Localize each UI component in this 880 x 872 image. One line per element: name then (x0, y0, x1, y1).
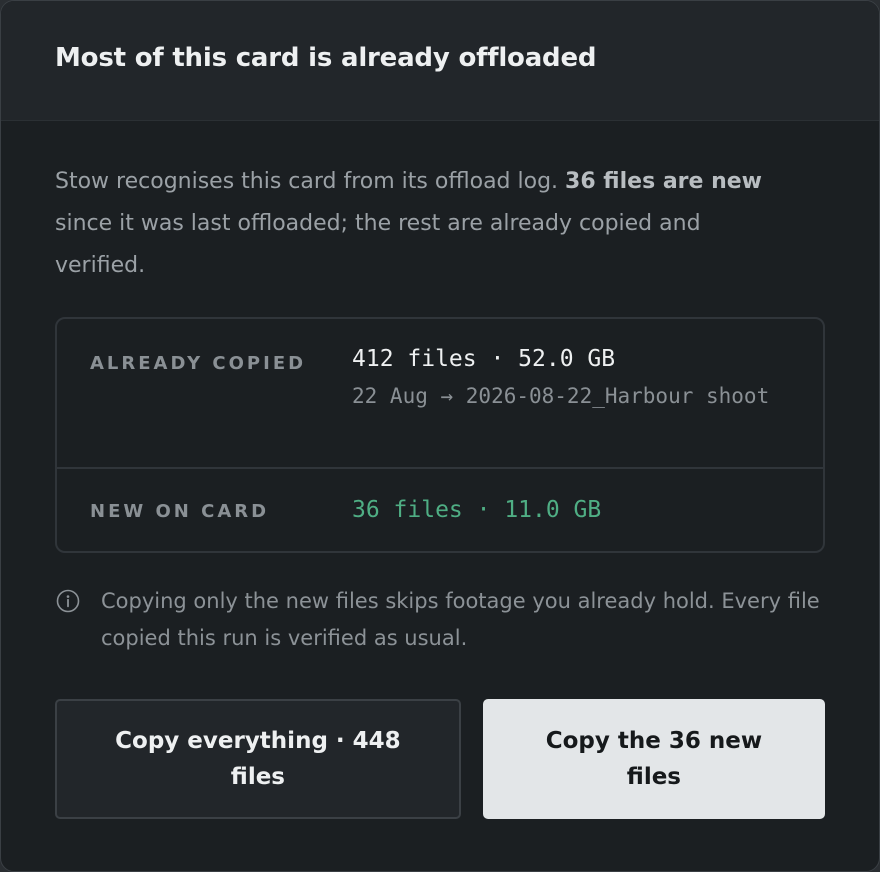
intro-emphasis: 36 files are new (565, 169, 763, 194)
dialog-title: Most of this card is already offloaded (55, 42, 597, 73)
offload-summary: ALREADY COPIED 412 files · 52.0 GB 22 Au… (55, 317, 825, 553)
new-on-card-value: 36 files · 11.0 GB (352, 497, 602, 523)
summary-row-new-on-card: NEW ON CARD 36 files · 11.0 GB (57, 469, 823, 551)
copy-everything-button[interactable]: Copy everything · 448 files (55, 699, 461, 819)
note-text: Copying only the new files skips footage… (101, 589, 820, 650)
copy-everything-label: Copy everything · 448 files (115, 728, 401, 790)
offload-dialog: Most of this card is already offloaded S… (0, 0, 880, 872)
dialog-body: Stow recognises this card from its offlo… (1, 161, 879, 819)
dialog-header: Most of this card is already offloaded (1, 1, 879, 121)
intro-text: Stow recognises this card from its offlo… (55, 161, 795, 287)
copy-new-files-button[interactable]: Copy the 36 new files (482, 699, 825, 819)
already-copied-label: ALREADY COPIED (90, 353, 307, 374)
intro-lead: Stow recognises this card from its offlo… (55, 169, 566, 194)
info-note: Copying only the new files skips footage… (55, 583, 825, 657)
summary-row-already-copied: ALREADY COPIED 412 files · 52.0 GB 22 Au… (57, 319, 823, 469)
info-icon (56, 589, 80, 613)
already-copied-value-group: 412 files · 52.0 GB 22 Aug → 2026-08-22_… (352, 343, 772, 467)
new-on-card-label: NEW ON CARD (90, 500, 270, 522)
dialog-actions: Copy everything · 448 files Copy the 36 … (55, 699, 825, 819)
already-copied-value: 412 files · 52.0 GB (352, 346, 616, 372)
already-copied-detail: 22 Aug → 2026-08-22_Harbour shoot (352, 384, 770, 408)
intro-rest: since it was last offloaded; the rest ar… (55, 211, 701, 278)
copy-new-files-label: Copy the 36 new files (545, 728, 763, 790)
